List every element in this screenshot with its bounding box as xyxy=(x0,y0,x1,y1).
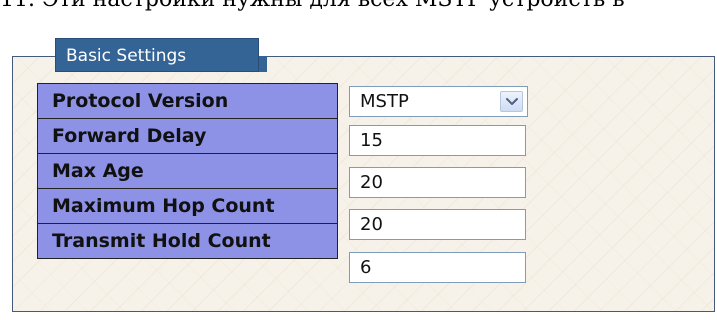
forward-delay-row: Forward Delay xyxy=(37,118,338,154)
forward-delay-input[interactable]: 15 xyxy=(349,125,526,156)
protocol-version-row: Protocol Version xyxy=(37,83,338,119)
protocol-version-select[interactable]: MSTP xyxy=(349,86,528,117)
max-age-label: Max Age xyxy=(37,153,338,189)
settings-table: Protocol Version Forward Delay Max Age M… xyxy=(37,83,338,259)
maximum-hop-count-input[interactable]: 20 xyxy=(349,209,526,240)
basic-settings-tab-corner xyxy=(259,56,267,72)
maximum-hop-count-row: Maximum Hop Count xyxy=(37,188,338,224)
chevron-down-icon[interactable] xyxy=(500,91,523,112)
max-age-input[interactable]: 20 xyxy=(349,167,526,198)
transmit-hold-count-input[interactable]: 6 xyxy=(349,252,526,283)
protocol-version-label: Protocol Version xyxy=(37,83,338,119)
basic-settings-title: Basic Settings xyxy=(55,38,259,72)
transmit-hold-count-row: Transmit Hold Count xyxy=(37,223,338,259)
transmit-hold-count-label: Transmit Hold Count xyxy=(37,223,338,259)
max-age-row: Max Age xyxy=(37,153,338,189)
maximum-hop-count-label: Maximum Hop Count xyxy=(37,188,338,224)
protocol-version-value: MSTP xyxy=(360,91,409,112)
forward-delay-label: Forward Delay xyxy=(37,118,338,154)
document-caption: 11. Эти настройки нужны для всех MSTP ус… xyxy=(0,0,717,14)
